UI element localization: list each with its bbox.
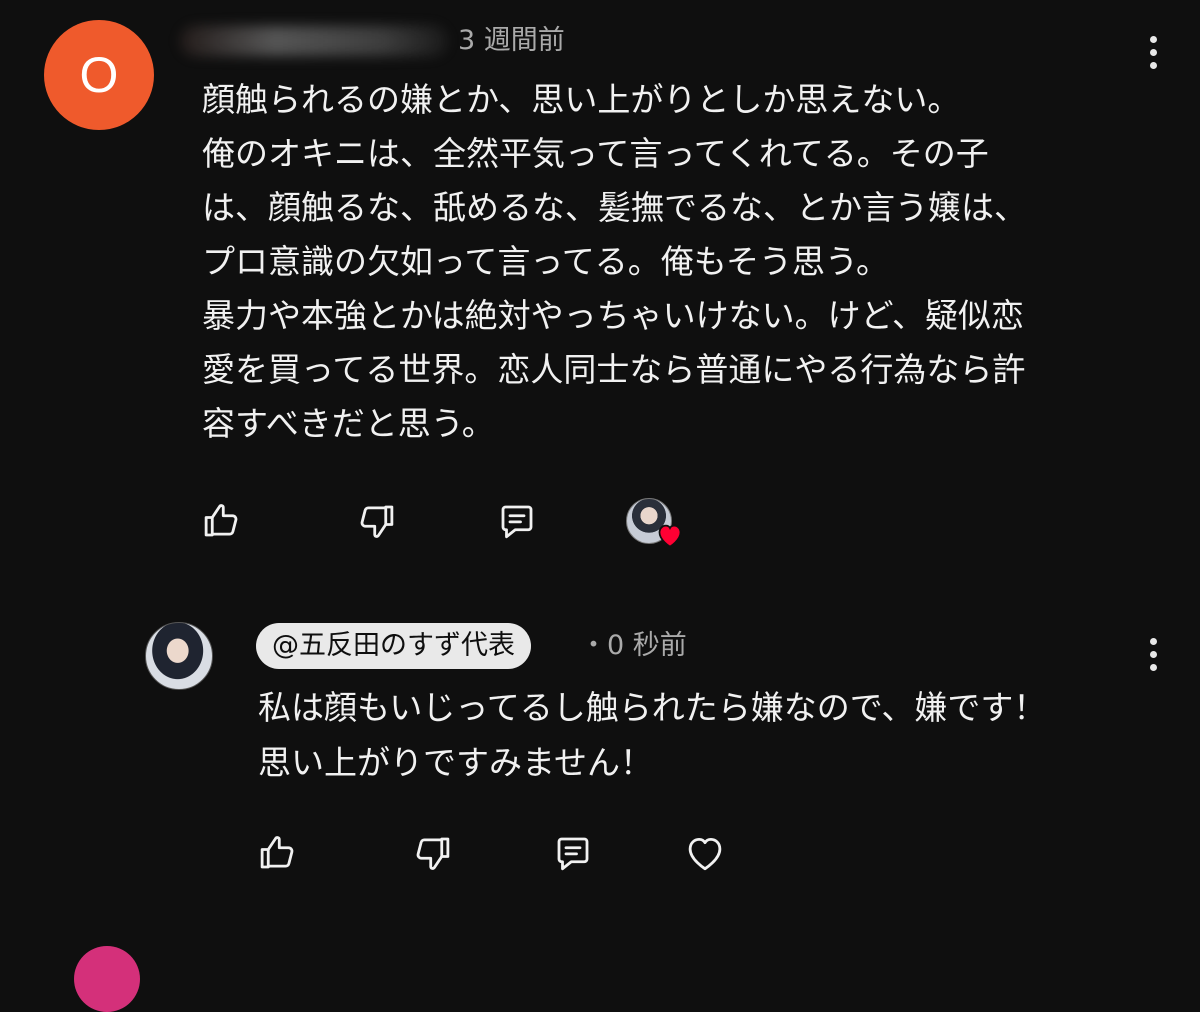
heart-icon [688,837,722,871]
heart-button[interactable] [682,830,728,876]
dislike-button[interactable] [354,498,400,544]
comment-text: 顔触られるの嫌とか、思い上がりとしか思えない。 俺のオキニは、全然平気って言って… [202,80,1027,443]
separator-dot: ・ [580,630,607,661]
dislike-icon [416,837,450,870]
creator-handle-badge[interactable]: @五反田のすず代表 [256,623,531,669]
next-comment-avatar[interactable] [74,946,140,1012]
reply-author-avatar[interactable] [145,622,213,690]
comment-timestamp: 3 週間前 [458,25,565,56]
avatar-letter: O [79,47,119,103]
reply-like-button[interactable] [254,830,300,876]
reply-icon [501,505,533,539]
reply-dislike-button[interactable] [410,830,456,876]
reply-icon [557,837,589,871]
reply-reply-button[interactable] [550,830,596,876]
commenter-avatar[interactable]: O [44,20,154,130]
like-icon [204,504,238,537]
creator-heart-badge[interactable] [626,498,686,550]
filled-heart-icon [658,524,682,548]
reply-time-text: 0 秒前 [607,630,687,661]
dislike-icon [360,505,394,538]
commenter-name-blurred[interactable] [180,26,448,56]
comment-more-options-icon[interactable] [1138,30,1168,74]
reply-more-options-icon[interactable] [1138,632,1168,676]
reply-button[interactable] [494,498,540,544]
like-button[interactable] [198,498,244,544]
like-icon [260,836,294,869]
reply-timestamp: ・0 秒前 [580,626,687,666]
reply-text: 私は顔もいじってるし触られたら嫌なので、嫌です！ 思い上がりですみません！ [258,688,1047,782]
